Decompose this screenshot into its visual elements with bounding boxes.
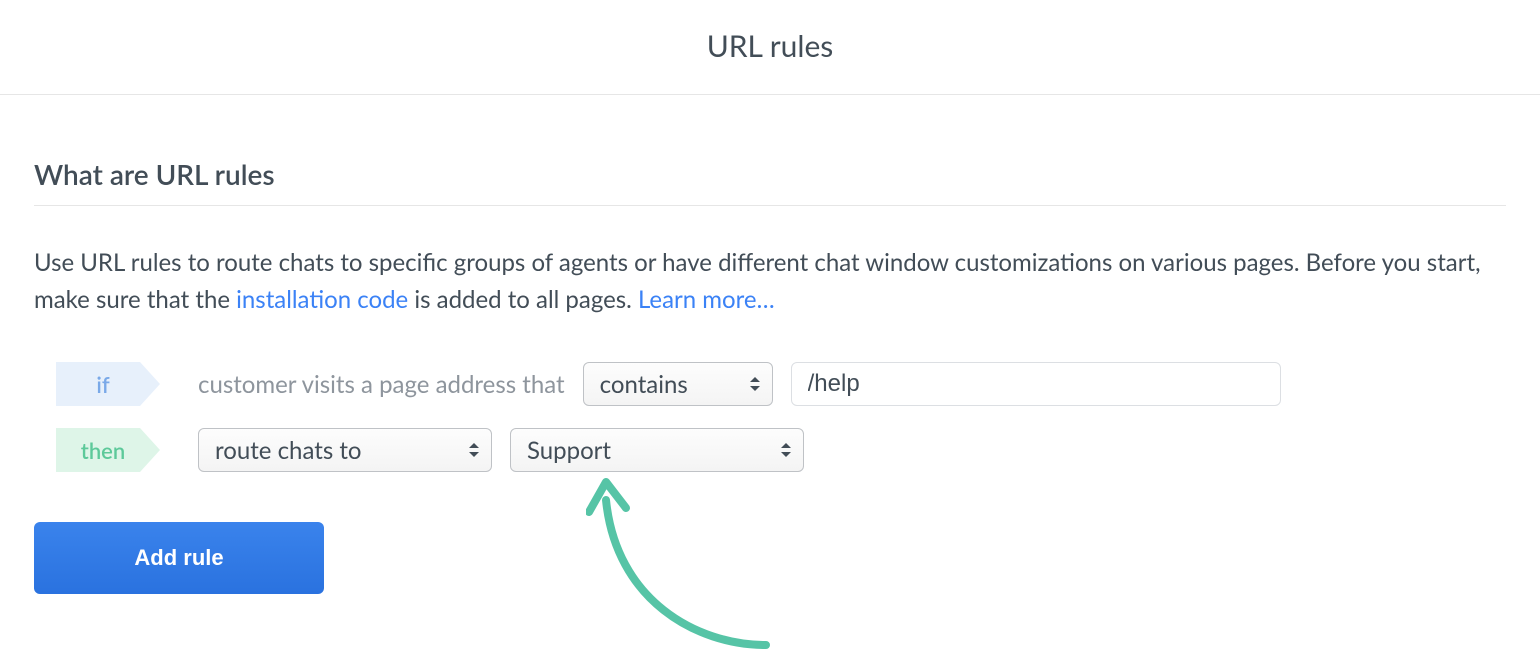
rule-then-row: then route chats to Support bbox=[56, 428, 1506, 472]
learn-more-link[interactable]: Learn more… bbox=[638, 285, 775, 314]
target-group-select[interactable]: Support bbox=[510, 428, 804, 472]
condition-text: customer visits a page address that bbox=[198, 370, 565, 399]
rule-builder: if customer visits a page address that c… bbox=[34, 362, 1506, 594]
installation-code-link[interactable]: installation code bbox=[236, 285, 408, 314]
add-rule-label: Add rule bbox=[134, 545, 223, 571]
page-header: URL rules bbox=[0, 0, 1540, 95]
match-type-select[interactable]: contains bbox=[583, 362, 773, 406]
description-text: Use URL rules to route chats to specific… bbox=[34, 244, 1506, 318]
target-group-value: Support bbox=[527, 436, 611, 465]
then-tag: then bbox=[56, 428, 160, 472]
action-select-value: route chats to bbox=[215, 436, 362, 465]
match-value-input[interactable] bbox=[791, 362, 1281, 406]
match-type-value: contains bbox=[600, 370, 688, 399]
add-rule-button[interactable]: Add rule bbox=[34, 522, 324, 594]
section-title: What are URL rules bbox=[34, 157, 1506, 206]
description-part2: is added to all pages. bbox=[408, 285, 638, 314]
main-content: What are URL rules Use URL rules to rout… bbox=[0, 95, 1540, 594]
page-title: URL rules bbox=[0, 28, 1540, 64]
rule-if-row: if customer visits a page address that c… bbox=[56, 362, 1506, 406]
action-select[interactable]: route chats to bbox=[198, 428, 492, 472]
then-tag-label: then bbox=[81, 437, 135, 464]
if-tag-label: if bbox=[96, 371, 119, 398]
if-tag: if bbox=[56, 362, 160, 406]
